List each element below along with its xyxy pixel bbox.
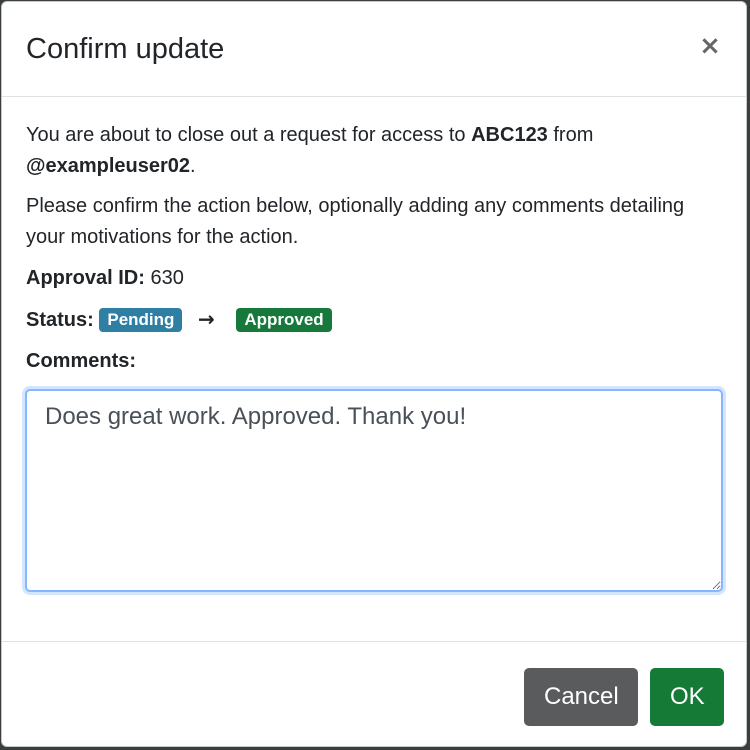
modal-footer: Cancel OK (2, 641, 746, 746)
requester-username: @exampleuser02 (26, 155, 191, 177)
intro-suffix: . (190, 155, 196, 177)
modal-header: Confirm update × (2, 2, 746, 97)
modal-body: You are about to close out a request for… (25, 120, 723, 592)
approval-id-label: Approval ID: (26, 267, 145, 289)
status-row: Status: Pending → Approved (26, 304, 722, 336)
cancel-button[interactable]: Cancel (524, 668, 638, 726)
arrow-right-icon: → (197, 307, 215, 331)
approval-id-row: Approval ID: 630 (26, 263, 722, 294)
status-badge-approved: Approved (236, 308, 332, 332)
modal-title: Confirm update (26, 33, 225, 65)
intro-mid: from (547, 124, 594, 146)
approval-id-value: 630 (150, 267, 184, 289)
intro-text: You are about to close out a request for… (26, 120, 722, 182)
status-label: Status: (26, 309, 94, 331)
close-button[interactable]: × (698, 32, 722, 60)
close-icon: × (699, 31, 721, 61)
comments-label: Comments: (26, 350, 137, 372)
resource-name: ABC123 (471, 124, 548, 146)
confirm-update-dialog: Confirm update × You are about to close … (1, 1, 747, 747)
instruction-text: Please confirm the action below, optiona… (26, 195, 685, 248)
ok-button[interactable]: OK (650, 668, 724, 726)
comments-textarea[interactable]: Does great work. Approved. Thank you! (25, 389, 723, 592)
status-badge-pending: Pending (99, 308, 183, 332)
intro-prefix: You are about to close out a request for… (26, 124, 472, 146)
